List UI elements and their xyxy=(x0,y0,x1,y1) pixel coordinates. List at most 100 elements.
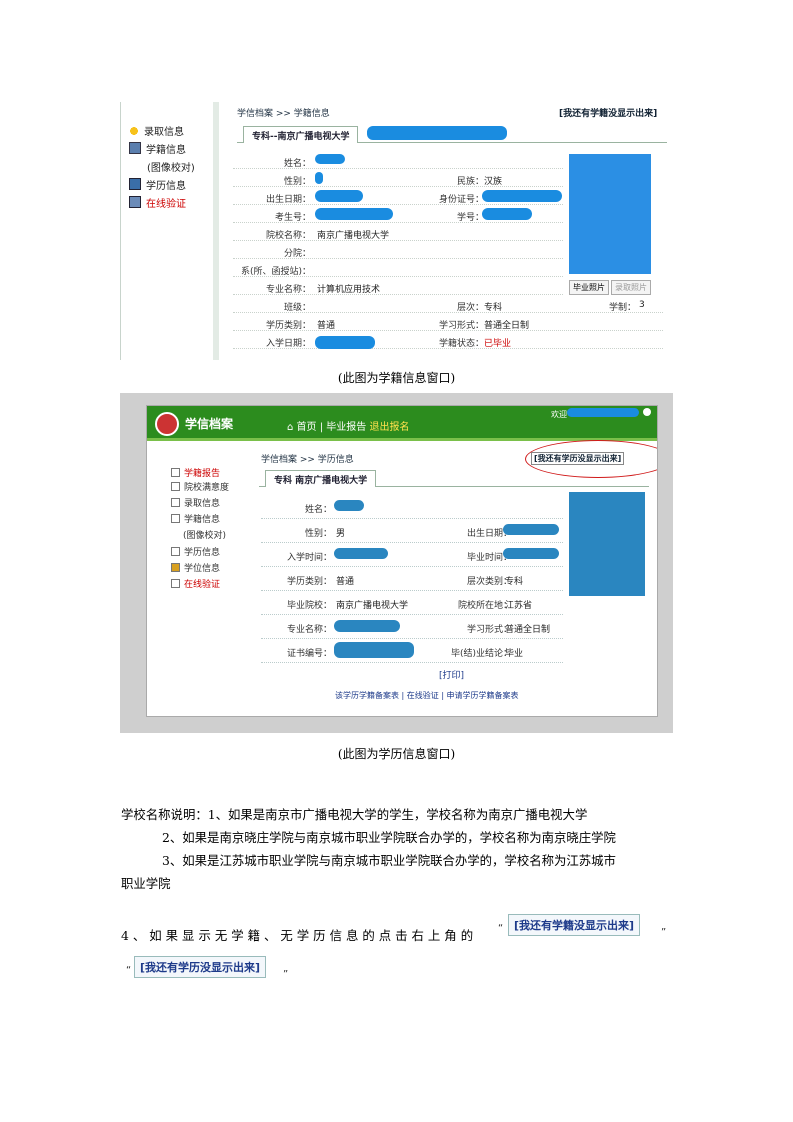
value-form: 普通 xyxy=(336,577,355,587)
xueli-window: 学信档案 ⌂ 首页 | 毕业报告 退出报名 欢迎 学籍报告 院校满意度 录取信息… xyxy=(146,405,658,717)
redacted-entry xyxy=(334,548,388,559)
award-icon xyxy=(129,126,139,136)
value-gender: 男 xyxy=(336,529,346,539)
label-name: 姓名： xyxy=(304,505,332,515)
para-line-3: 3、如果是江苏城市职业学院与南京城市职业学院联合办学的，学校名称为江苏城市 xyxy=(162,853,616,868)
home-icon: ⌂ xyxy=(287,422,294,433)
degree-icon xyxy=(171,563,180,572)
label-id: 身份证号： xyxy=(438,195,484,205)
verify-icon xyxy=(171,579,180,588)
redacted-user xyxy=(567,408,639,417)
certificate-icon xyxy=(129,178,141,190)
print-link[interactable]: [打印] xyxy=(439,668,464,681)
nav-report[interactable]: 毕业报告 xyxy=(326,422,366,433)
label-student-no: 学号： xyxy=(456,213,484,223)
sidebar-item-admission[interactable]: 录取信息 xyxy=(129,123,184,138)
redacted-birth xyxy=(315,190,363,202)
checkbox-icon xyxy=(171,547,180,556)
sidebar-item-satisfaction[interactable]: 院校满意度 xyxy=(171,480,229,493)
label-duration: 学制： xyxy=(608,303,636,313)
label-school: 院校名称： xyxy=(265,231,311,241)
document-icon xyxy=(129,142,141,154)
sidebar-item-verify[interactable]: 在线验证 xyxy=(129,195,186,210)
para-line-1: 学校名称说明：1、如果是南京市广播电视大学的学生，学校名称为南京广播电视大学 xyxy=(121,807,588,822)
label-form: 学历类别： xyxy=(265,321,311,331)
value-status: 已毕业 xyxy=(484,339,512,349)
top-nav: ⌂ 首页 | 毕业报告 退出报名 xyxy=(287,422,410,433)
sidebar-item-xueji[interactable]: 学籍信息 xyxy=(129,141,186,156)
xueli-missing-tag: [我还有学历没显示出来] xyxy=(134,956,267,978)
label-cert: 证书编号： xyxy=(286,649,332,659)
xueli-screenshot: 学信档案 ⌂ 首页 | 毕业报告 退出报名 欢迎 学籍报告 院校满意度 录取信息… xyxy=(120,393,673,733)
top-bar: 学信档案 ⌂ 首页 | 毕业报告 退出报名 欢迎 xyxy=(147,406,657,441)
label-level: 层次： xyxy=(456,303,484,313)
xueji-screenshot: 录取信息 学籍信息 (图像校对) 学历信息 在线验证 学信档案 >> 学籍信息 … xyxy=(120,102,674,360)
redacted-photo xyxy=(569,492,645,596)
label-branch: 分院： xyxy=(283,249,311,259)
admission-photo-button[interactable]: 录取照片 xyxy=(611,280,651,295)
label-result: 毕(结)业结论： xyxy=(450,649,512,659)
graduation-photo-button[interactable]: 毕业照片 xyxy=(569,280,609,295)
label-major: 专业名称： xyxy=(265,285,311,295)
value-major: 计算机应用技术 xyxy=(317,285,381,295)
tab-zhuanke[interactable]: 专科--南京广播电视大学 xyxy=(243,126,359,143)
site-title: 学信档案 xyxy=(185,417,234,431)
value-school: 南京广播电视大学 xyxy=(336,601,409,611)
label-form: 学历类别： xyxy=(286,577,332,587)
sidebar-item-admission[interactable]: 录取信息 xyxy=(171,496,220,509)
value-level: 专科 xyxy=(505,577,524,587)
value-result: 毕业 xyxy=(505,649,524,659)
sidebar-item-xueji[interactable]: 学籍信息 xyxy=(171,512,220,525)
value-nation: 汉族 xyxy=(484,177,503,187)
value-school: 南京广播电视大学 xyxy=(317,231,390,241)
checkbox-icon xyxy=(171,514,180,523)
nav-register[interactable]: 退出报名 xyxy=(369,422,409,433)
redacted-exam-no xyxy=(315,208,393,220)
label-study-form: 学习形式： xyxy=(438,321,484,331)
checkbox-icon xyxy=(171,468,180,477)
breadcrumb: 学信档案 >> 学籍信息 xyxy=(237,109,330,119)
label-exam-no: 考生号： xyxy=(274,213,311,223)
value-duration: 3 xyxy=(639,300,645,310)
para-line-5: 4、如果显示无学籍、无学历信息的点击右上角的 xyxy=(121,928,478,943)
value-study-form: 普通全日制 xyxy=(505,625,551,635)
label-name: 姓名： xyxy=(283,159,311,169)
xueji-missing-tag: [我还有学籍没显示出来] xyxy=(508,914,641,936)
bottom-links[interactable]: 该学历学籍备案表 | 在线验证 | 申请学历学籍备案表 xyxy=(335,690,519,701)
xueji-missing-link[interactable]: [我还有学籍没显示出来] xyxy=(559,106,657,119)
redacted-grad xyxy=(503,548,559,559)
redacted-gender xyxy=(315,172,323,184)
sidebar-item-degree[interactable]: 学位信息 xyxy=(171,561,220,574)
tab-zhuanke[interactable]: 专科 南京广播电视大学 xyxy=(265,470,377,487)
xueji-main: 学信档案 >> 学籍信息 [我还有学籍没显示出来] 专科--南京广播电视大学 姓… xyxy=(229,102,674,360)
sidebar-item-report[interactable]: 学籍报告 xyxy=(171,466,220,479)
caption-xueli: (此图为学历信息窗口) xyxy=(337,747,456,761)
label-dept: 系(所、函授站)： xyxy=(240,267,311,277)
label-school: 毕业院校： xyxy=(286,601,332,611)
sidebar-item-xueli[interactable]: 学历信息 xyxy=(129,177,186,192)
label-nation: 民族： xyxy=(456,177,484,187)
redacted-photo xyxy=(569,154,651,274)
label-entry: 入学日期： xyxy=(265,339,311,349)
checkbox-icon xyxy=(171,482,180,491)
redacted-major xyxy=(334,620,400,632)
redacted-birth xyxy=(503,524,559,535)
logout-icon[interactable] xyxy=(643,408,651,416)
welcome-text: 欢迎 xyxy=(551,410,567,419)
sidebar-item-image-check[interactable]: (图像校对) xyxy=(147,159,195,174)
redacted-id xyxy=(482,190,562,202)
sidebar-item-verify[interactable]: 在线验证 xyxy=(171,577,220,590)
logo-icon xyxy=(155,412,179,436)
redacted-cert xyxy=(334,642,414,658)
checkbox-icon xyxy=(171,498,180,507)
label-class: 班级： xyxy=(283,303,311,313)
redacted-name xyxy=(334,500,364,511)
nav-home[interactable]: 首页 xyxy=(297,422,317,433)
label-location: 院校所在地： xyxy=(457,601,512,611)
sidebar-item-image-check[interactable]: (图像校对) xyxy=(183,528,226,541)
sidebar-item-xueli[interactable]: 学历信息 xyxy=(171,545,220,558)
xueji-sidebar: 录取信息 学籍信息 (图像校对) 学历信息 在线验证 xyxy=(121,102,219,360)
label-entry: 入学时间： xyxy=(286,553,332,563)
redacted-entry xyxy=(315,336,375,349)
value-study-form: 普通全日制 xyxy=(484,321,530,331)
